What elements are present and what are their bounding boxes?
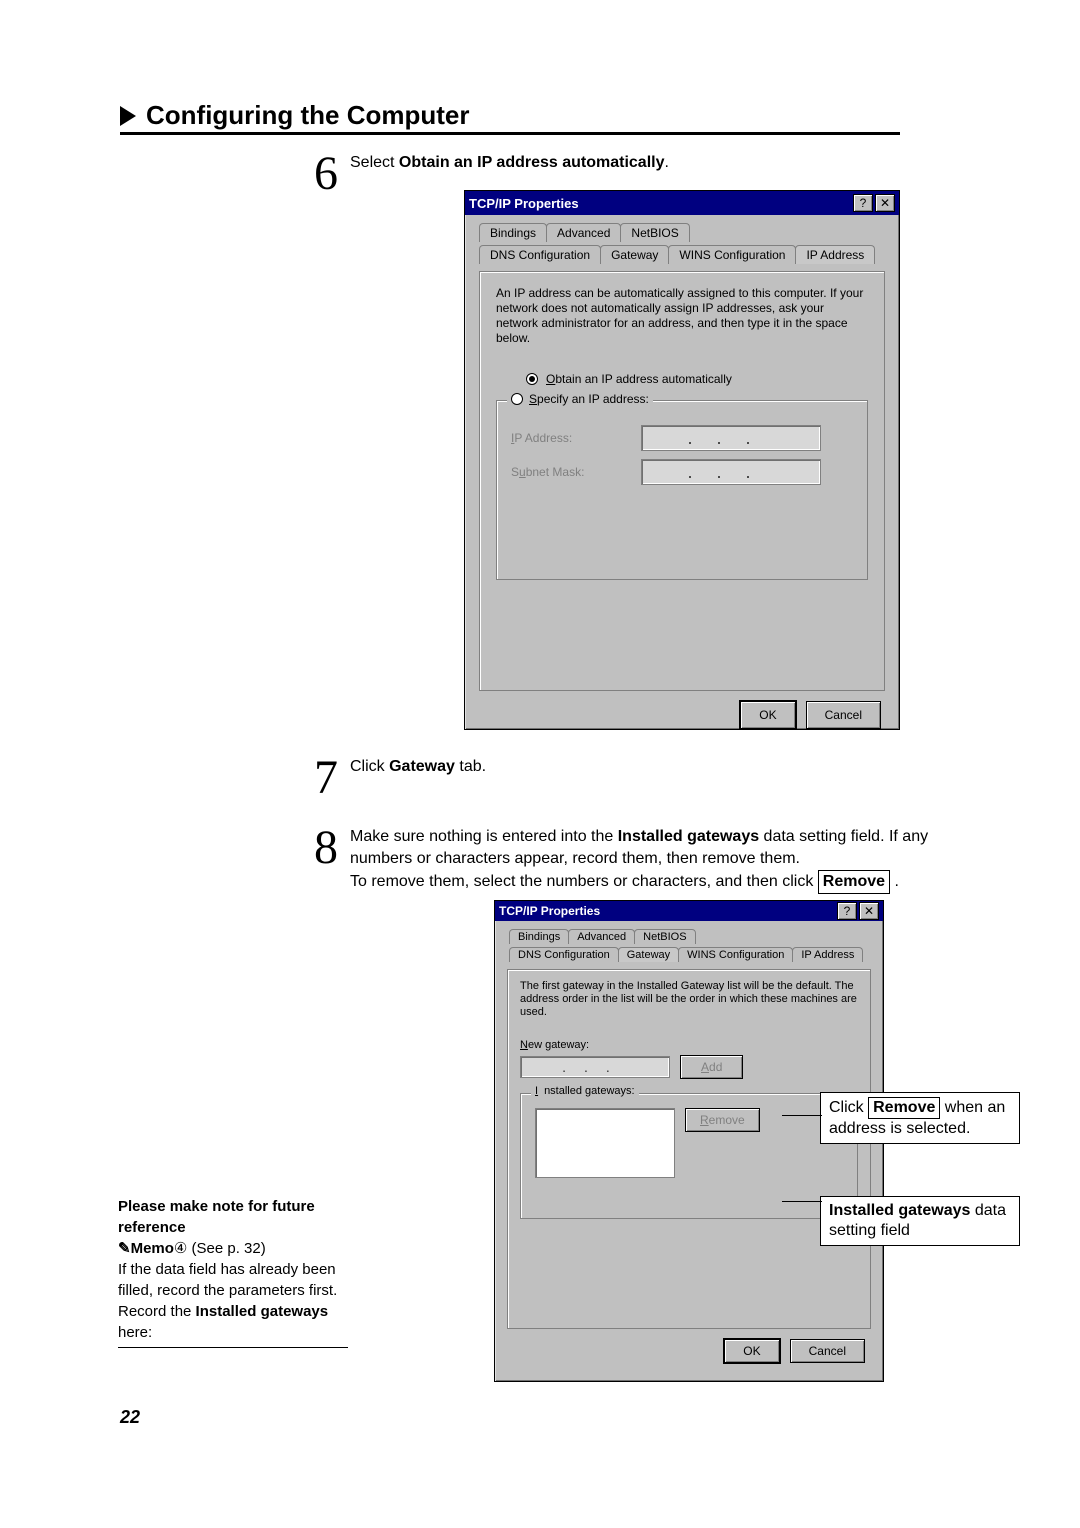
- tab-ipaddress[interactable]: IP Address: [795, 245, 875, 264]
- step-7: 7 Click Gateway tab.: [314, 756, 904, 800]
- title-underline: [120, 132, 900, 135]
- tab-advanced[interactable]: Advanced: [568, 929, 635, 944]
- tab-wins[interactable]: WINS Configuration: [678, 947, 793, 962]
- tab-gateway[interactable]: Gateway: [618, 947, 679, 962]
- arrow-icon: [120, 106, 136, 126]
- specify-group: Specify an IP address: Specify an IP add…: [496, 400, 868, 580]
- tab-dns[interactable]: DNS Configuration: [509, 947, 619, 962]
- tab-bindings[interactable]: Bindings: [479, 223, 547, 242]
- tab-bindings[interactable]: Bindings: [509, 929, 569, 944]
- window-title: TCP/IP Properties: [499, 904, 835, 918]
- memo-ref: (See p. 32): [187, 1240, 265, 1257]
- t: Make sure nothing is entered into the: [350, 828, 618, 845]
- step-text: Select Obtain an IP address automaticall…: [350, 152, 669, 174]
- radio-off-icon[interactable]: [511, 393, 523, 405]
- remove-button-ref: Remove: [868, 1097, 940, 1119]
- memo-label: ✎Memo④: [118, 1240, 187, 1257]
- close-button[interactable]: ✕: [859, 902, 879, 920]
- radio-auto-row[interactable]: OObtain an IP address automaticallybtain…: [526, 372, 868, 386]
- ip-address-field[interactable]: ...: [641, 425, 821, 451]
- t: To remove them, select the numbers or ch…: [350, 873, 818, 890]
- radio-specify-row[interactable]: Specify an IP address: Specify an IP add…: [507, 392, 653, 406]
- help-button[interactable]: ?: [837, 902, 857, 920]
- remove-button-ref: Remove: [818, 870, 890, 894]
- callout-click-remove: Click Remove when an address is selected…: [820, 1092, 1020, 1144]
- remove-button[interactable]: Remove: [685, 1108, 760, 1132]
- radio-on-icon[interactable]: [526, 373, 538, 385]
- tab-strip: Bindings Advanced NetBIOS DNS Configurat…: [503, 929, 875, 969]
- tab-panel-gateway: The first gateway in the Installed Gatew…: [507, 969, 871, 1329]
- tab-netbios[interactable]: NetBIOS: [620, 223, 689, 242]
- side-note: Please make note for future reference ✎M…: [118, 1196, 348, 1348]
- tab-strip: Bindings Advanced NetBIOS DNS Configurat…: [473, 223, 891, 271]
- mask-row: Subnet Mask: Subnet Mask: ...: [511, 459, 853, 485]
- tab-panel-ipaddress: An IP address can be automatically assig…: [479, 271, 885, 691]
- t: .: [890, 873, 899, 890]
- tab-advanced[interactable]: Advanced: [546, 223, 621, 242]
- installed-label: Installed gateways:: [531, 1085, 639, 1097]
- new-gateway-label: New gateway:: [520, 1039, 858, 1051]
- step-8: 8 Make sure nothing is entered into the …: [314, 826, 980, 894]
- t: Click: [829, 1099, 868, 1116]
- t: tab.: [455, 758, 486, 775]
- t-bold: Obtain an IP address automatically: [399, 154, 665, 171]
- info-text: The first gateway in the Installed Gatew…: [520, 980, 858, 1019]
- tab-ipaddress[interactable]: IP Address: [792, 947, 863, 962]
- dialog-body: Bindings Advanced NetBIOS DNS Configurat…: [465, 215, 899, 747]
- step-number: 6: [314, 152, 338, 196]
- installed-gateways-list[interactable]: [535, 1108, 675, 1178]
- info-text: An IP address can be automatically assig…: [496, 286, 868, 346]
- tab-netbios[interactable]: NetBIOS: [634, 929, 695, 944]
- callout-installed-field: Installed gateways data setting field: [820, 1196, 1020, 1246]
- step-number: 8: [314, 826, 338, 870]
- window-title: TCP/IP Properties: [469, 196, 851, 211]
- step-number: 7: [314, 756, 338, 800]
- cancel-button[interactable]: Cancel: [790, 1339, 865, 1363]
- t-bold: Gateway: [389, 758, 455, 775]
- t: here:: [118, 1324, 152, 1341]
- callout-leader: [782, 1201, 822, 1202]
- callout-leader: [782, 1115, 822, 1116]
- dialog-footer: OK Cancel: [503, 1339, 865, 1363]
- write-line: [118, 1347, 348, 1348]
- t: .: [665, 154, 669, 171]
- ok-button[interactable]: OK: [724, 1339, 779, 1363]
- dialog-body: Bindings Advanced NetBIOS DNS Configurat…: [495, 921, 883, 1381]
- close-button[interactable]: ✕: [875, 194, 895, 212]
- new-gateway-field[interactable]: ...: [520, 1056, 670, 1078]
- t: Select: [350, 154, 399, 171]
- ip-label: IP Address:: [511, 431, 631, 445]
- ip-row: IP Address: IP Address: ...: [511, 425, 853, 451]
- title-bar: TCP/IP Properties ? ✕: [495, 901, 883, 921]
- note-heading: Please make note for future reference: [118, 1198, 315, 1236]
- t-bold: Installed gateways: [618, 828, 759, 845]
- help-button[interactable]: ?: [853, 194, 873, 212]
- t-bold: Installed gateways: [196, 1303, 329, 1320]
- dialog-footer: OK Cancel: [473, 701, 881, 729]
- title-bar: TCP/IP Properties ? ✕: [465, 191, 899, 215]
- t-bold: Installed gateways: [829, 1202, 970, 1219]
- page-title: Configuring the Computer: [146, 100, 470, 131]
- page-number: 22: [120, 1407, 140, 1428]
- tcpip-dialog-1: TCP/IP Properties ? ✕ Bindings Advanced …: [464, 190, 900, 730]
- step-text: Click Gateway tab.: [350, 756, 486, 778]
- step-text: Make sure nothing is entered into the In…: [350, 826, 950, 894]
- radio-specify-label: Specify an IP address:: [529, 392, 649, 406]
- t: Click: [350, 758, 389, 775]
- radio-auto-label: OObtain an IP address automaticallybtain…: [546, 372, 732, 386]
- subnet-mask-field[interactable]: ...: [641, 459, 821, 485]
- tab-wins[interactable]: WINS Configuration: [668, 245, 796, 264]
- add-button[interactable]: Add: [680, 1055, 743, 1079]
- tab-dns[interactable]: DNS Configuration: [479, 245, 601, 264]
- t: Record the: [118, 1303, 196, 1320]
- note-body: If the data field has already been fille…: [118, 1261, 337, 1299]
- ok-button[interactable]: OK: [740, 701, 795, 729]
- mask-label: Subnet Mask:: [511, 465, 631, 479]
- cancel-button[interactable]: Cancel: [806, 701, 881, 729]
- tab-gateway[interactable]: Gateway: [600, 245, 669, 264]
- section-header: Configuring the Computer: [120, 100, 470, 131]
